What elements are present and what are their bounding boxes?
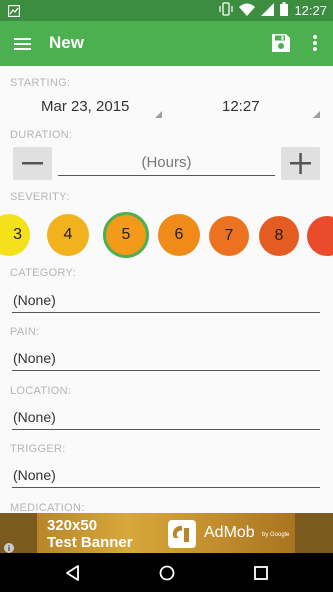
info-icon[interactable] — [4, 540, 14, 553]
severity-option-4[interactable]: 4 — [47, 214, 89, 256]
start-time-value: 12:27 — [222, 98, 260, 115]
page-title: New — [49, 33, 84, 52]
category-spinner[interactable]: (None) — [12, 288, 320, 313]
severity-option-9[interactable]: 9 — [307, 216, 333, 256]
trigger-spinner[interactable]: (None) — [12, 463, 320, 488]
decrease-duration-button[interactable] — [13, 147, 52, 180]
minus-icon — [22, 162, 43, 165]
category-label: CATEGORY: — [10, 267, 76, 279]
severity-option-8[interactable]: 8 — [259, 216, 299, 256]
ad-line-1: 320x50 — [47, 517, 98, 534]
trigger-label: TRIGGER: — [10, 443, 66, 455]
status-time: 12:27 — [294, 3, 327, 18]
vibrate-icon — [219, 2, 234, 19]
severity-option-5[interactable]: 5 — [103, 212, 149, 258]
increase-duration-button[interactable] — [281, 147, 320, 180]
pain-value: (None) — [13, 350, 56, 366]
severity-option-3[interactable]: 3 — [0, 214, 30, 256]
pain-label: PAIN: — [10, 326, 40, 338]
trigger-value: (None) — [13, 467, 56, 483]
screenshot-notification-icon — [7, 4, 21, 22]
wifi-icon — [239, 3, 256, 19]
location-label: LOCATION: — [10, 385, 72, 397]
starting-label: STARTING: — [10, 77, 71, 89]
severity-label: SEVERITY: — [10, 191, 70, 203]
duration-label: DURATION: — [10, 129, 73, 141]
start-time-dropdown-icon — [313, 111, 320, 118]
start-date-value: Mar 23, 2015 — [41, 98, 130, 115]
app-bar: New — [0, 21, 333, 66]
severity-option-6[interactable]: 6 — [158, 214, 200, 256]
location-value: (None) — [13, 409, 56, 425]
save-icon[interactable] — [270, 32, 292, 54]
ad-by-google: by Google — [262, 532, 290, 538]
ad-line-2: Test Banner — [47, 534, 133, 551]
location-spinner[interactable]: (None) — [12, 405, 320, 430]
signal-icon — [261, 2, 275, 19]
system-nav-bar — [0, 553, 333, 592]
pain-spinner[interactable]: (None) — [12, 346, 320, 371]
more-vert-icon[interactable] — [308, 32, 322, 54]
status-bar: 12:27 — [0, 0, 333, 21]
ad-banner[interactable]: 320x50 Test Banner AdMob by Google — [0, 513, 333, 553]
duration-hours-input[interactable] — [58, 150, 275, 176]
back-icon[interactable] — [63, 563, 83, 583]
severity-option-7[interactable]: 7 — [209, 216, 249, 256]
battery-icon — [280, 2, 289, 19]
menu-icon[interactable] — [12, 33, 34, 55]
home-icon[interactable] — [157, 563, 177, 583]
recents-icon[interactable] — [251, 563, 271, 583]
category-value: (None) — [13, 292, 56, 308]
ad-brand: AdMob — [204, 524, 255, 541]
start-date-dropdown-icon — [155, 111, 162, 118]
admob-logo-icon — [168, 520, 196, 548]
plus-icon — [290, 153, 311, 174]
